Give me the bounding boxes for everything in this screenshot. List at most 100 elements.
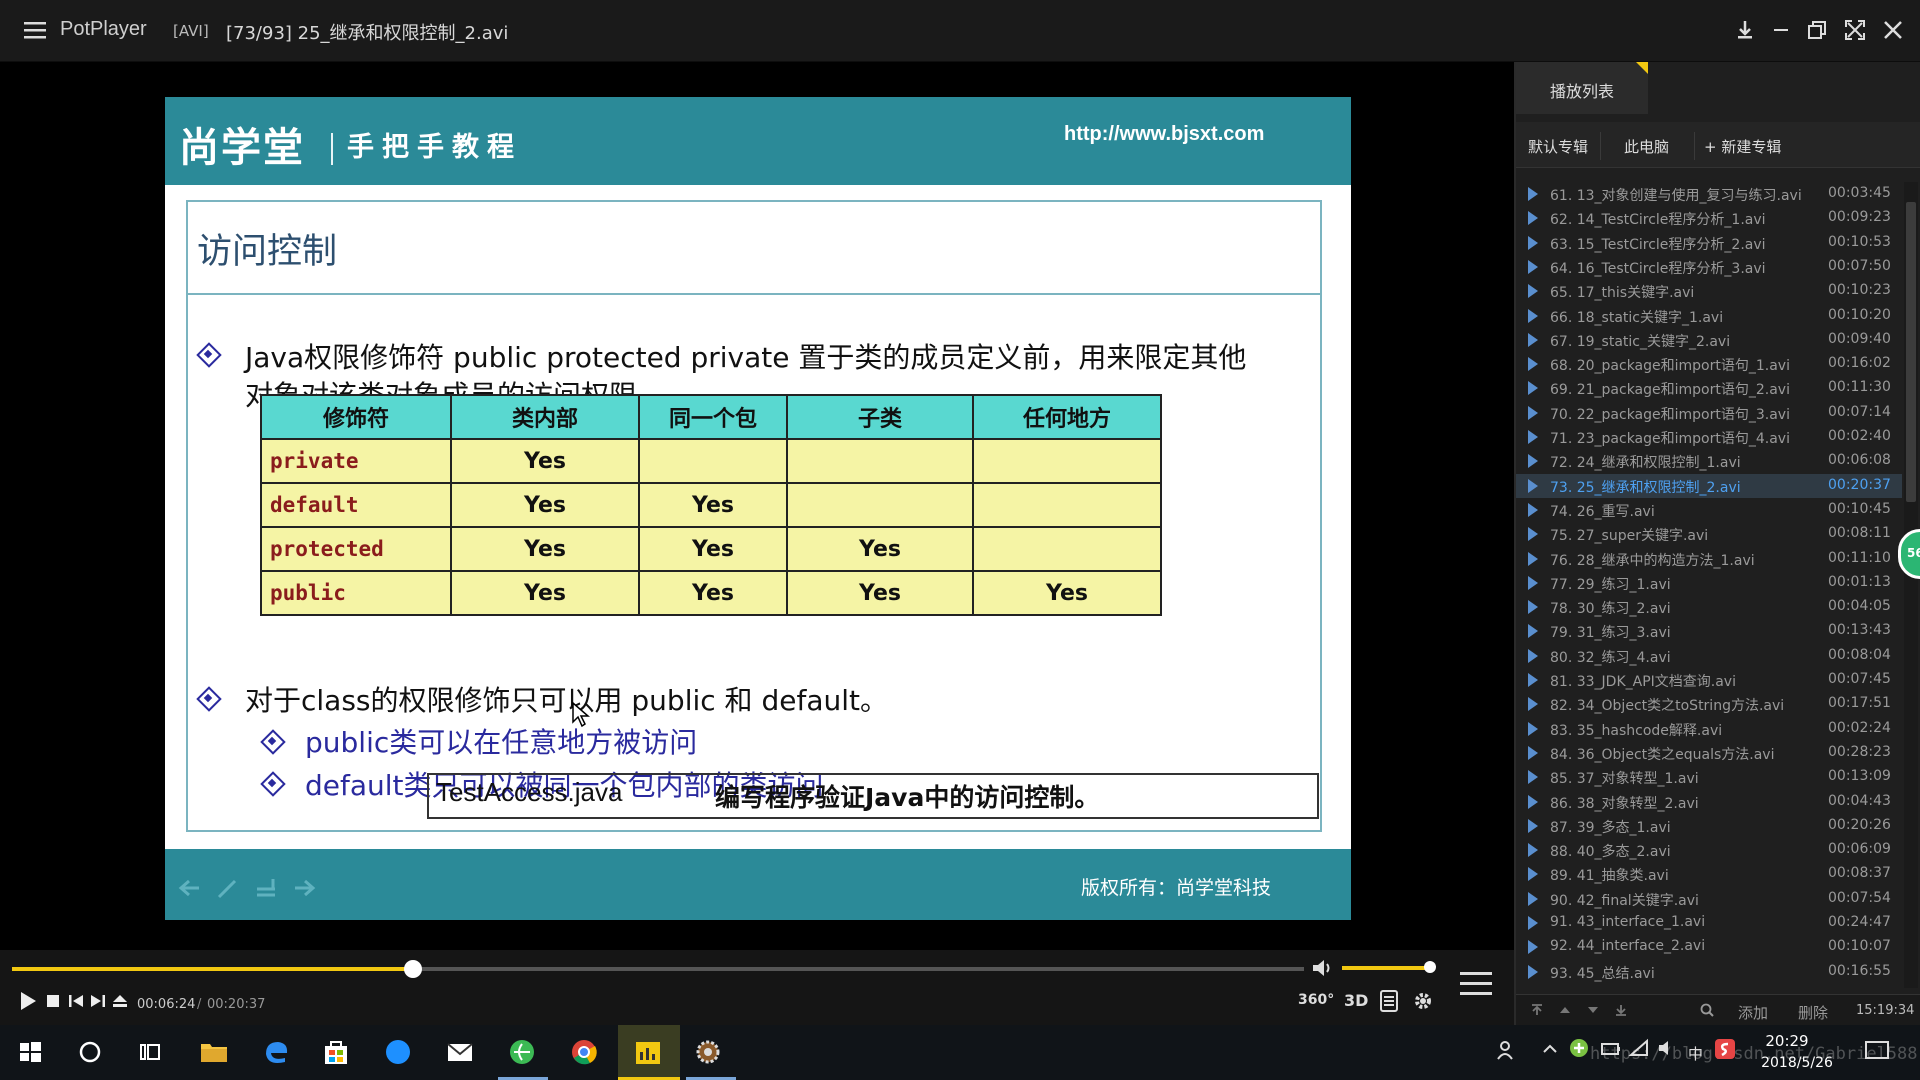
playlist-item[interactable]: 66. 18_static关键字_1.avi 00:10:20 [1516,304,1902,328]
eject-icon[interactable] [112,994,128,1008]
people-icon[interactable] [1494,1037,1520,1063]
playlist-item[interactable]: 81. 33_JDK_API文档查询.avi 00:07:45 [1516,668,1902,692]
settings-app-icon[interactable] [690,1034,726,1070]
play-icon[interactable] [18,990,38,1012]
playlist-item[interactable]: 87. 39_多态_1.avi 00:20:26 [1516,814,1902,838]
scroll-thumb[interactable] [1906,202,1916,502]
volume-icon[interactable] [1310,956,1334,980]
playlist-item[interactable]: 68. 20_package和import语句_1.avi 00:16:02 [1516,352,1902,376]
playlist-item[interactable]: 80. 32_练习_4.avi 00:08:04 [1516,644,1902,668]
cortana-search-icon[interactable] [72,1034,108,1070]
move-bottom-icon[interactable] [1614,1003,1628,1017]
close-icon[interactable] [1880,17,1906,43]
playlist-item[interactable]: 67. 19_static_关键字_2.avi 00:09:40 [1516,328,1902,352]
play-triangle-icon [1528,891,1538,906]
album-new[interactable]: + 新建专辑 [1704,136,1781,157]
volume-handle[interactable] [1424,961,1436,973]
heading-divider [186,293,1322,295]
subtitle-icon[interactable] [1380,990,1398,1012]
move-up-icon[interactable] [1558,1003,1572,1017]
playlist-item[interactable]: 88. 40_多态_2.avi 00:06:09 [1516,838,1902,862]
search-icon[interactable] [1700,1003,1714,1017]
playlist-item[interactable]: 90. 42_final关键字.avi 00:07:54 [1516,887,1902,911]
playlist-item[interactable]: 82. 34_Object类之toString方法.avi 00:17:51 [1516,692,1902,716]
file-explorer-icon[interactable] [196,1034,232,1070]
playlist-item[interactable]: 63. 15_TestCircle程序分析_2.avi 00:10:53 [1516,231,1902,255]
safari-compass-icon[interactable] [380,1034,416,1070]
battery-icon[interactable] [1600,1039,1622,1059]
browser-360-icon[interactable] [504,1034,540,1070]
playlist-item[interactable]: 84. 36_Object类之equals方法.avi 00:28:23 [1516,741,1902,765]
tab-playlist[interactable]: 播放列表 [1516,62,1648,114]
chrome-icon[interactable] [566,1034,602,1070]
playlist-item[interactable]: 74. 26_重写.avi 00:10:45 [1516,498,1902,522]
playlist-item[interactable]: 69. 21_package和import语句_2.avi 00:11:30 [1516,376,1902,400]
playlist-item[interactable]: 92. 44_interface_2.avi 00:10:07 [1516,935,1902,959]
playlist-scrollbar[interactable] [1904,182,1918,988]
sogou-ime-icon[interactable] [1714,1038,1736,1060]
seek-handle[interactable] [403,960,422,978]
restore-icon[interactable] [1804,17,1830,43]
task-view-icon[interactable] [132,1034,168,1070]
playlist-item[interactable]: 77. 29_练习_1.avi 00:01:13 [1516,571,1902,595]
move-top-icon[interactable] [1530,1003,1544,1017]
video-area[interactable]: 尚学堂 手把手教程 http://www.bjsxt.com 访问控制 Java… [0,62,1510,950]
seek-bar[interactable] [12,960,1304,978]
album-default[interactable]: 默认专辑 [1528,136,1588,157]
ime-indicator[interactable]: 中 [1688,1043,1703,1064]
playlist-item[interactable]: 89. 41_抽象类.avi 00:08:37 [1516,862,1902,886]
settings-gear-icon[interactable] [1412,990,1434,1012]
previous-icon[interactable] [68,994,84,1008]
playlist-item[interactable]: 86. 38_对象转型_2.avi 00:04:43 [1516,790,1902,814]
app-name[interactable]: PotPlayer [60,18,147,41]
seek-progress [12,967,413,971]
playlist-item[interactable]: 76. 28_继承中的构造方法_1.avi 00:11:10 [1516,547,1902,571]
playlist-toggle-icon[interactable] [1460,970,1492,998]
3d-button[interactable]: 3D [1344,991,1368,1010]
system-clock[interactable]: 20:29 [1752,1032,1822,1050]
potplayer-icon[interactable] [630,1034,666,1070]
table-cell: Yes [450,438,640,484]
playlist-item[interactable]: 73. 25_继承和权限控制_2.avi 00:20:37 [1516,473,1902,498]
windows-start-icon[interactable] [12,1034,48,1070]
notification-icon[interactable] [1864,1039,1890,1063]
store-icon[interactable] [318,1034,354,1070]
edge-browser-icon[interactable] [258,1034,294,1070]
playlist-item[interactable]: 61. 13_对象创建与使用_复习与练习.avi 00:03:45 [1516,182,1902,206]
wifi-icon[interactable] [1628,1037,1650,1059]
playlist-item[interactable]: 71. 23_package和import语句_4.avi 00:02:40 [1516,425,1902,449]
playlist-item-duration: 00:11:10 [1828,549,1891,566]
system-date[interactable]: 2018/5/26 [1752,1055,1842,1071]
chevron-up-icon[interactable] [1540,1039,1560,1059]
playlist-item[interactable]: 65. 17_this关键字.avi 00:10:23 [1516,279,1902,303]
playlist-item[interactable]: 93. 45_总结.avi 00:16:55 [1516,960,1902,984]
playlist-item-duration: 00:08:04 [1828,646,1891,663]
pin-icon[interactable] [1732,17,1758,43]
menu-icon[interactable] [24,19,46,41]
green-plus-icon[interactable] [1568,1037,1590,1059]
album-this-pc[interactable]: 此电脑 [1624,136,1669,157]
playlist-item[interactable]: 79. 31_练习_3.avi 00:13:43 [1516,619,1902,643]
playlist-item[interactable]: 91. 43_interface_1.avi 00:24:47 [1516,911,1902,935]
playlist-item[interactable]: 83. 35_hashcode解释.avi 00:02:24 [1516,717,1902,741]
volume-slider[interactable] [1342,961,1436,973]
next-icon[interactable] [90,994,106,1008]
minimize-icon[interactable] [1768,17,1794,43]
playlist-item[interactable]: 64. 16_TestCircle程序分析_3.avi 00:07:50 [1516,255,1902,279]
mail-icon[interactable] [442,1034,478,1070]
delete-button[interactable]: 删除 [1798,1002,1828,1023]
playlist-item[interactable]: 72. 24_继承和权限控制_1.avi 00:06:08 [1516,449,1902,473]
vr-360-button[interactable]: 360° [1298,992,1334,1008]
speaker-icon[interactable] [1656,1037,1678,1059]
playlist-item[interactable]: 70. 22_package和import语句_3.avi 00:07:14 [1516,401,1902,425]
fullscreen-icon[interactable] [1842,17,1868,43]
tab-corner-marker [1636,62,1648,74]
playlist-item[interactable]: 78. 30_练习_2.avi 00:04:05 [1516,595,1902,619]
add-button[interactable]: 添加 [1738,1002,1768,1023]
playlist-item[interactable]: 62. 14_TestCircle程序分析_1.avi 00:09:23 [1516,206,1902,230]
bullet-diamond-icon [197,343,219,365]
playlist-item[interactable]: 85. 37_对象转型_1.avi 00:13:09 [1516,765,1902,789]
stop-icon[interactable] [46,994,60,1008]
move-down-icon[interactable] [1586,1003,1600,1017]
playlist-item[interactable]: 75. 27_super关键字.avi 00:08:11 [1516,522,1902,546]
